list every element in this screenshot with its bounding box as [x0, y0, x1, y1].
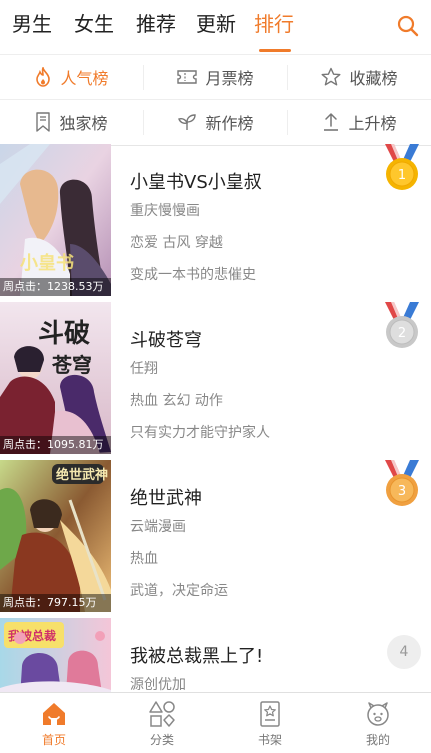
- sprout-icon: [178, 114, 197, 130]
- home-icon: [43, 703, 65, 725]
- comic-cover[interactable]: 斗破 苍穹 周点击：1095.81万: [0, 302, 111, 454]
- rank-popular-label: 人气榜: [60, 69, 109, 88]
- rank-monthly-label: 月票榜: [205, 69, 254, 88]
- comic-author: 任翔: [130, 361, 158, 377]
- nav-mine-label: 我的: [365, 733, 390, 747]
- list-item[interactable]: 斗破 苍穹 周点击：1095.81万 斗破苍穹 任翔 热血 玄幻 动作 只有实力…: [0, 302, 431, 460]
- ranking-list: 小皇书 周点击：1238.53万 小皇书VS小皇叔 重庆慢慢画 恋爱 古风 穿越…: [0, 144, 431, 692]
- profile-icon: [367, 702, 389, 726]
- svg-text:2: 2: [398, 326, 406, 341]
- comic-author: 云端漫画: [130, 519, 186, 535]
- nav-bookshelf[interactable]: 书架: [216, 693, 324, 753]
- tab-updates[interactable]: 更新: [196, 10, 236, 38]
- rank-popular[interactable]: 人气榜: [0, 55, 143, 99]
- rank-favorites-label: 收藏榜: [349, 69, 398, 88]
- comic-title: 小皇书VS小皇叔: [130, 172, 262, 193]
- cover-image: 小皇书: [0, 144, 111, 296]
- rank-new-works[interactable]: 新作榜: [144, 100, 287, 144]
- nav-mine[interactable]: 我的: [324, 693, 431, 753]
- nav-home[interactable]: 首页: [0, 693, 108, 753]
- tab-recommend[interactable]: 推荐: [136, 10, 176, 38]
- top-tab-bar: 男生 女生 推荐 更新 排行: [0, 0, 431, 52]
- svg-text:3: 3: [398, 484, 406, 499]
- comic-description: 只有实力才能守护家人: [130, 425, 270, 441]
- star-icon: [321, 67, 341, 86]
- comic-tags: 热血: [130, 551, 158, 567]
- nav-category-label: 分类: [149, 733, 174, 747]
- comic-title: 斗破苍穹: [130, 330, 202, 351]
- comic-title: 绝世武神: [130, 488, 202, 509]
- cover-image: 斗破 苍穹: [0, 302, 111, 454]
- grid-divider: [287, 110, 288, 135]
- svg-text:苍穹: 苍穹: [51, 353, 92, 377]
- svg-text:小皇书: 小皇书: [20, 252, 74, 274]
- upload-arrow-icon: [324, 113, 339, 131]
- svg-text:斗破: 斗破: [38, 319, 90, 349]
- silver-medal-icon: 2: [385, 302, 419, 348]
- nav-bookshelf-label: 书架: [257, 733, 282, 747]
- ranking-type-grid: 人气榜 月票榜 收藏榜 独家榜 新作榜 上升榜: [0, 54, 431, 146]
- comic-author: 重庆慢慢画: [130, 203, 200, 219]
- list-item[interactable]: 我被总裁 我被总裁黑上了! 源创优加 4: [0, 618, 431, 692]
- cover-image: 我被总裁: [0, 618, 111, 692]
- rank-number-badge: 4: [387, 635, 421, 669]
- grid-divider: [143, 110, 144, 135]
- comic-tags: 热血 玄幻 动作: [130, 393, 223, 409]
- comic-tags: 恋爱 古风 穿越: [130, 235, 223, 251]
- weekly-clicks: 周点击：1238.53万: [0, 278, 111, 296]
- comic-cover[interactable]: 绝世武神 周点击：797.15万: [0, 460, 111, 612]
- gold-medal-icon: 1: [385, 144, 419, 190]
- tab-ranking[interactable]: 排行: [254, 10, 294, 38]
- comic-title: 我被总裁黑上了!: [130, 646, 264, 667]
- rank-monthly-ticket[interactable]: 月票榜: [144, 55, 287, 99]
- svg-text:1: 1: [398, 168, 406, 183]
- rank-exclusive[interactable]: 独家榜: [0, 100, 143, 144]
- comic-author: 源创优加: [130, 677, 186, 692]
- weekly-clicks: 周点击：1095.81万: [0, 436, 111, 454]
- nav-category[interactable]: 分类: [108, 693, 216, 753]
- svg-text:绝世武神: 绝世武神: [56, 467, 108, 483]
- rank-new-label: 新作榜: [205, 114, 254, 133]
- bottom-nav-bar: 首页 分类 书架 我的: [0, 692, 431, 753]
- grid-divider: [0, 99, 431, 100]
- rank-favorites[interactable]: 收藏榜: [288, 55, 431, 99]
- list-item[interactable]: 绝世武神 周点击：797.15万 绝世武神 云端漫画 热血 武道，决定命运 3: [0, 460, 431, 618]
- list-item[interactable]: 小皇书 周点击：1238.53万 小皇书VS小皇叔 重庆慢慢画 恋爱 古风 穿越…: [0, 144, 431, 302]
- category-shapes-icon: [149, 701, 175, 727]
- comic-description: 变成一本书的悲催史: [130, 267, 256, 283]
- comic-description: 武道，决定命运: [130, 583, 228, 599]
- comic-cover[interactable]: 小皇书 周点击：1238.53万: [0, 144, 111, 296]
- cover-image: 绝世武神: [0, 460, 111, 612]
- bookshelf-icon: [260, 701, 280, 727]
- ticket-icon: [177, 70, 198, 84]
- nav-home-label: 首页: [41, 733, 66, 747]
- weekly-clicks: 周点击：797.15万: [0, 594, 111, 612]
- search-icon[interactable]: [396, 14, 420, 38]
- rank-exclusive-label: 独家榜: [59, 114, 108, 133]
- grid-divider: [287, 65, 288, 90]
- bronze-medal-icon: 3: [385, 460, 419, 506]
- rank-rising-label: 上升榜: [348, 114, 397, 133]
- flame-icon: [36, 67, 51, 87]
- tab-male[interactable]: 男生: [12, 10, 52, 38]
- rank-rising[interactable]: 上升榜: [288, 100, 431, 144]
- bookmark-icon: [36, 112, 51, 132]
- grid-divider: [143, 65, 144, 90]
- tab-female[interactable]: 女生: [74, 10, 114, 38]
- active-tab-indicator: [259, 49, 291, 52]
- comic-cover[interactable]: 我被总裁: [0, 618, 111, 692]
